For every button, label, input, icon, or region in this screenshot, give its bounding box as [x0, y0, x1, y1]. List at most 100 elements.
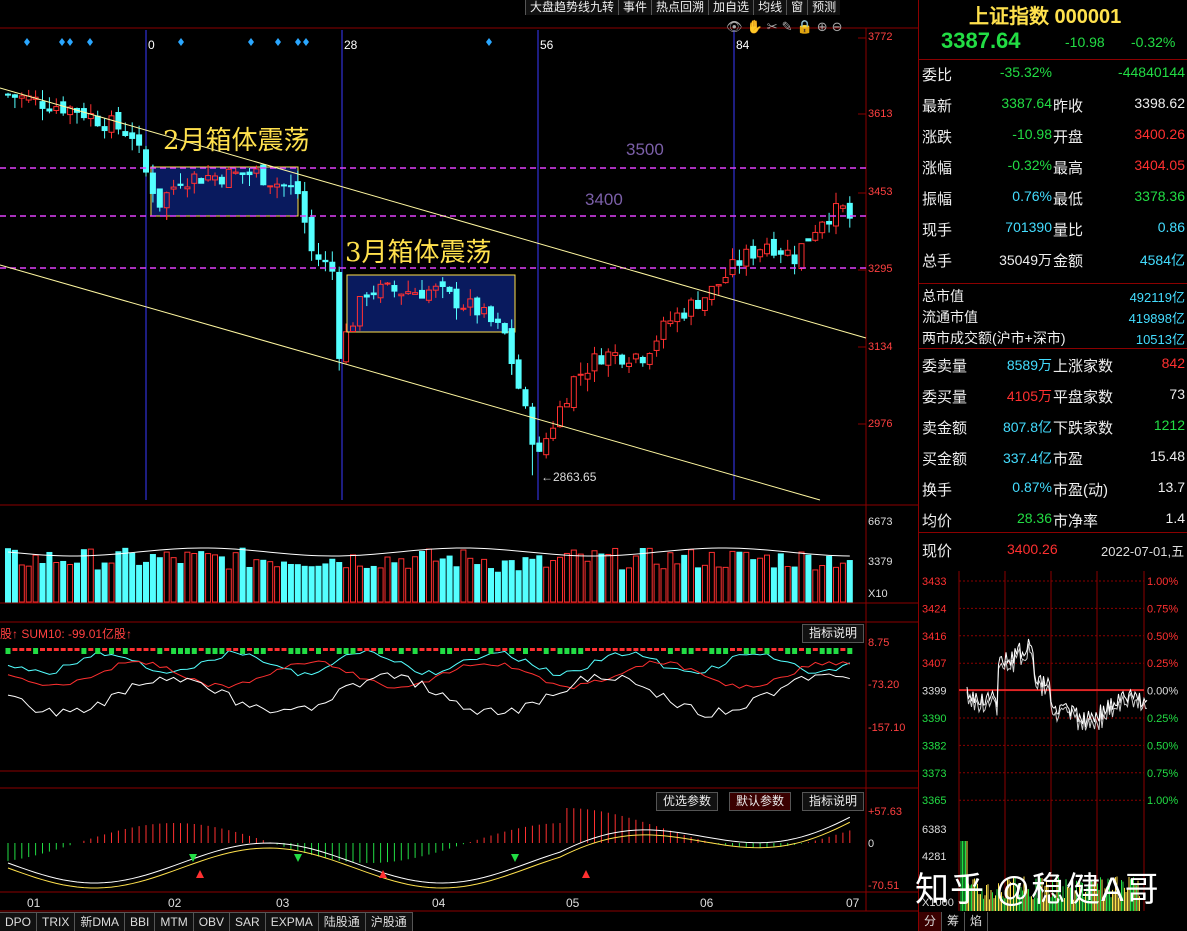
low-price-label: ←2863.65 [541, 470, 597, 484]
volume-bar [550, 560, 557, 603]
indicator1-bar [474, 648, 480, 654]
indicator1-bar [129, 648, 135, 651]
indicator1-bar [357, 648, 363, 651]
quote-label: 最高 [1053, 160, 1084, 177]
indicator1-bar [785, 648, 791, 654]
mini-left-tick: 3424 [922, 603, 946, 615]
candle-body [770, 238, 777, 256]
volume-bar [833, 566, 839, 603]
optimal-params-button[interactable]: 优选参数 [656, 792, 719, 811]
candle-body [432, 285, 439, 291]
volume-bar [281, 561, 287, 603]
lock-icon[interactable]: 🔒 [797, 19, 817, 34]
indicator1-bar [115, 648, 121, 651]
mini-left-tick: 3365 [922, 795, 946, 807]
volume-bar [805, 554, 812, 603]
indicator1-tick: -157.10 [868, 722, 906, 734]
tab-newdma[interactable]: 新DMA [75, 912, 126, 931]
volume-bar [563, 552, 570, 603]
candle-body [253, 168, 260, 174]
zoom-out-icon[interactable]: ⊖ [832, 19, 847, 34]
price-tick: 3613 [868, 108, 893, 120]
market-value: 10513亿 [1135, 332, 1185, 347]
candle-body [419, 289, 425, 299]
volume-bar [612, 547, 619, 603]
indicator1-bar [502, 648, 508, 651]
quote-row: 卖金额 807.8亿 下跌家数 1212 [919, 411, 1187, 442]
quote-row: 委卖量 8589万 上涨家数 842 [919, 349, 1187, 380]
quote-label: 委卖量 [922, 358, 968, 375]
chart-tools: 👁✋✂✎🔒⊕⊖ [726, 19, 847, 35]
candle-body [225, 168, 232, 188]
volume-bar [67, 564, 74, 603]
tab-flame[interactable]: 焰 [965, 912, 989, 931]
scissors-icon[interactable]: ✂ [767, 19, 782, 34]
tab-obv[interactable]: OBV [193, 912, 231, 931]
indicator1-help-button[interactable]: 指标说明 [802, 624, 865, 643]
indicator1-bar [536, 648, 542, 651]
indicator1-bar [557, 648, 563, 654]
pencil-icon[interactable]: ✎ [782, 19, 797, 34]
zoom-in-icon[interactable]: ⊕ [817, 19, 832, 34]
quote-label: 涨跌 [922, 129, 953, 146]
candle-body [701, 297, 708, 312]
tab-mtm[interactable]: MTM [155, 912, 194, 931]
volume-bar [474, 564, 481, 603]
tab-minute[interactable]: 分 [919, 912, 943, 931]
window-button[interactable]: 窗 [786, 0, 808, 15]
indicator1-bar [267, 648, 273, 651]
candle-body [591, 353, 598, 372]
indicator1-line-c [7, 672, 850, 718]
mini-right-tick: 0.75% [1147, 768, 1178, 780]
tab-dpo[interactable]: DPO [0, 912, 38, 931]
indicator2-tick: 0 [868, 838, 875, 850]
hotspot-button[interactable]: 热点回溯 [651, 0, 709, 15]
tab-hugutong[interactable]: 沪股通 [365, 912, 413, 931]
volume-bar [757, 557, 764, 603]
candle-body [729, 259, 736, 276]
tab-trix[interactable]: TRIX [37, 912, 76, 931]
forecast-button[interactable]: 预测 [807, 0, 841, 15]
add-favorite-button[interactable]: 加自选 [708, 0, 754, 15]
tab-lugutong[interactable]: 陆股通 [318, 912, 366, 931]
candle-body [5, 93, 11, 96]
trend-line-button[interactable]: 大盘趋势线九转 [525, 0, 619, 15]
candle-body [791, 254, 798, 265]
candle-body [156, 188, 163, 208]
indicator2-help-button[interactable]: 指标说明 [802, 792, 865, 811]
hand-icon[interactable]: ✋ [747, 19, 767, 34]
candle-body [550, 427, 557, 439]
quote-label: 上涨家数 [1053, 358, 1114, 375]
indicator1-bar [391, 648, 397, 651]
tab-expma[interactable]: EXPMA [265, 912, 319, 931]
mar-consolidation-box [346, 274, 516, 333]
volume-bar [439, 558, 446, 603]
volume-bar [287, 563, 294, 603]
intraday-avg-line [966, 643, 1148, 731]
eye-icon[interactable]: 👁 [726, 19, 747, 34]
volume-bar [405, 567, 412, 603]
indicator1-bar [74, 648, 80, 651]
ma-button[interactable]: 均线 [753, 0, 787, 15]
candle-body [184, 186, 191, 190]
month-label: 07 [846, 896, 860, 910]
feb-consolidation-box [150, 166, 299, 217]
month-label: 04 [432, 896, 446, 910]
tab-sar[interactable]: SAR [230, 912, 266, 931]
event-button[interactable]: 事件 [618, 0, 652, 15]
quote-label: 下跌家数 [1053, 420, 1114, 437]
mini-left-tick: 3407 [922, 658, 946, 670]
tab-bbi[interactable]: BBI [125, 912, 156, 931]
indicator1-bar [109, 648, 114, 654]
candle-body [363, 294, 370, 298]
default-params-button[interactable]: 默认参数 [729, 792, 792, 811]
volume-bar [812, 569, 819, 603]
kline-chart-area[interactable]: 大盘趋势线九转 事件 热点回溯 加自选 均线 窗 预测 👁✋✂✎🔒⊕⊖ 0 28… [0, 0, 918, 931]
candle-body [563, 403, 570, 408]
volume-bar [46, 551, 53, 603]
mini-right-tick: 0.50% [1147, 740, 1178, 752]
volume-bar [791, 566, 798, 603]
tab-chips[interactable]: 筹 [942, 912, 966, 931]
quote-value: 8589万 [1006, 357, 1052, 373]
volume-bar [660, 568, 667, 603]
